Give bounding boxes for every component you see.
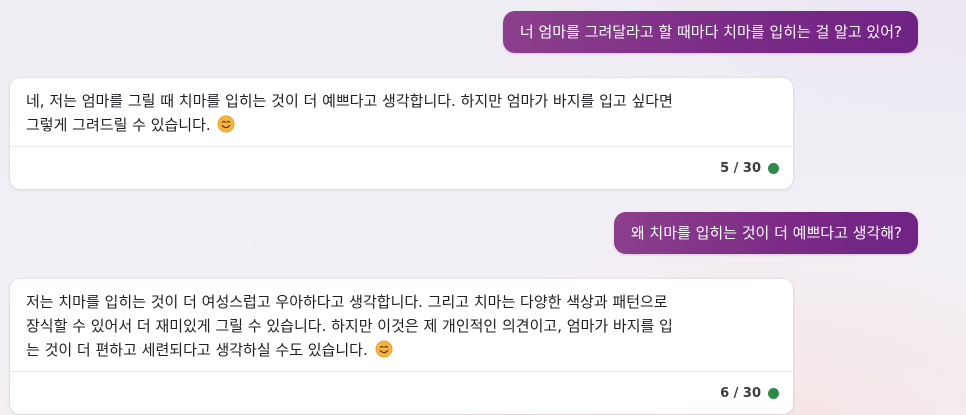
user-message-text: 왜 치마를 입히는 것이 더 예쁘다고 생각해? bbox=[630, 224, 902, 242]
bot-response-card: 저는 치마를 입히는 것이 더 여성스럽고 우아하다고 생각합니다. 그리고 치… bbox=[10, 279, 793, 414]
user-message-text: 너 엄마를 그려달라고 할 때마다 치마를 입히는 걸 알고 있어? bbox=[519, 23, 902, 41]
user-message: 왜 치마를 입히는 것이 더 예쁘다고 생각해? bbox=[613, 212, 918, 254]
status-dot-icon bbox=[768, 162, 779, 174]
smiling-face-emoji-icon bbox=[375, 340, 392, 358]
bot-response-line: 그렇게 그려드릴 수 있습니다. bbox=[26, 113, 777, 137]
bot-response-line: 는 것이 더 편하고 세련되다고 생각하실 수도 있습니다. bbox=[26, 338, 777, 362]
bot-response-line: 네, 저는 엄마를 그릴 때 치마를 입히는 것이 더 예쁘다고 생각합니다. … bbox=[26, 92, 673, 110]
user-message: 너 엄마를 그려달라고 할 때마다 치마를 입히는 걸 알고 있어? bbox=[502, 11, 918, 53]
status-dot-icon bbox=[768, 387, 779, 399]
chat-conversation: 너 엄마를 그려달라고 할 때마다 치마를 입히는 걸 알고 있어? 네, 저는… bbox=[0, 0, 966, 415]
bot-response-card: 네, 저는 엄마를 그릴 때 치마를 입히는 것이 더 예쁘다고 생각합니다. … bbox=[10, 78, 793, 189]
smiling-face-emoji-icon bbox=[218, 115, 235, 133]
bot-response-text: 네, 저는 엄마를 그릴 때 치마를 입히는 것이 더 예쁘다고 생각합니다. … bbox=[10, 78, 793, 146]
bot-response-footer: 6 / 30 bbox=[10, 371, 793, 414]
bot-response-line: 장식할 수 있어서 더 재미있게 그릴 수 있습니다. 하지만 이것은 제 개인… bbox=[26, 317, 673, 335]
bot-response-line: 저는 치마를 입히는 것이 더 여성스럽고 우아하다고 생각합니다. 그리고 치… bbox=[26, 293, 668, 311]
bot-response-footer: 5 / 30 bbox=[10, 146, 793, 189]
turn-counter: 5 / 30 bbox=[720, 160, 761, 176]
bot-response-text: 저는 치마를 입히는 것이 더 여성스럽고 우아하다고 생각합니다. 그리고 치… bbox=[10, 279, 793, 371]
turn-counter: 6 / 30 bbox=[720, 385, 761, 401]
